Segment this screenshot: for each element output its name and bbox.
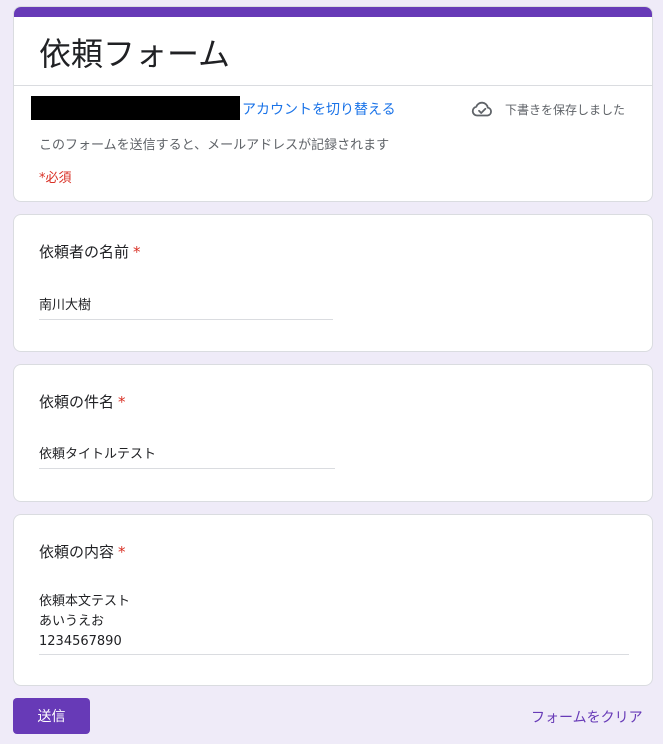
requester-name-input[interactable]: 南川大樹 [39,296,91,316]
question-card-subject: 依頼の件名 * 依頼タイトルテスト [13,364,653,502]
input-underline [39,319,333,320]
textarea-underline [39,654,629,655]
header-divider [14,85,652,86]
accent-bar [14,7,652,17]
email-record-notice: このフォームを送信すると、メールアドレスが記録されます [39,138,390,153]
question-title: 依頼の件名 * [39,391,126,412]
redacted-account-email [31,96,240,120]
required-asterisk: * [118,543,126,561]
subject-input[interactable]: 依頼タイトルテスト [39,445,156,465]
input-underline [39,468,335,469]
clear-form-link[interactable]: フォームをクリア [531,707,643,727]
switch-account-link[interactable]: アカウントを切り替える [242,99,396,119]
form-header-card: 依頼フォーム アカウントを切り替える 下書きを保存しました このフォームを送信す… [13,6,653,202]
cloud-check-icon [471,101,492,117]
required-note: *必須 [39,171,72,186]
question-card-requester-name: 依頼者の名前 * 南川大樹 [13,214,653,352]
submit-button[interactable]: 送信 [13,698,90,734]
required-asterisk: * [133,243,141,261]
question-title-text: 依頼者の名前 [39,243,130,261]
content-textarea[interactable]: 依頼本文テスト あいうえお 1234567890 [39,592,130,652]
draft-saved-status: 下書きを保存しました [505,103,626,117]
question-title-text: 依頼の内容 [39,543,115,561]
required-asterisk: * [118,393,126,411]
question-card-content: 依頼の内容 * 依頼本文テスト あいうえお 1234567890 [13,514,653,686]
question-title: 依頼者の名前 * [39,241,141,262]
question-title-text: 依頼の件名 [39,393,115,411]
form-title: 依頼フォーム [39,35,231,73]
question-title: 依頼の内容 * [39,541,126,562]
